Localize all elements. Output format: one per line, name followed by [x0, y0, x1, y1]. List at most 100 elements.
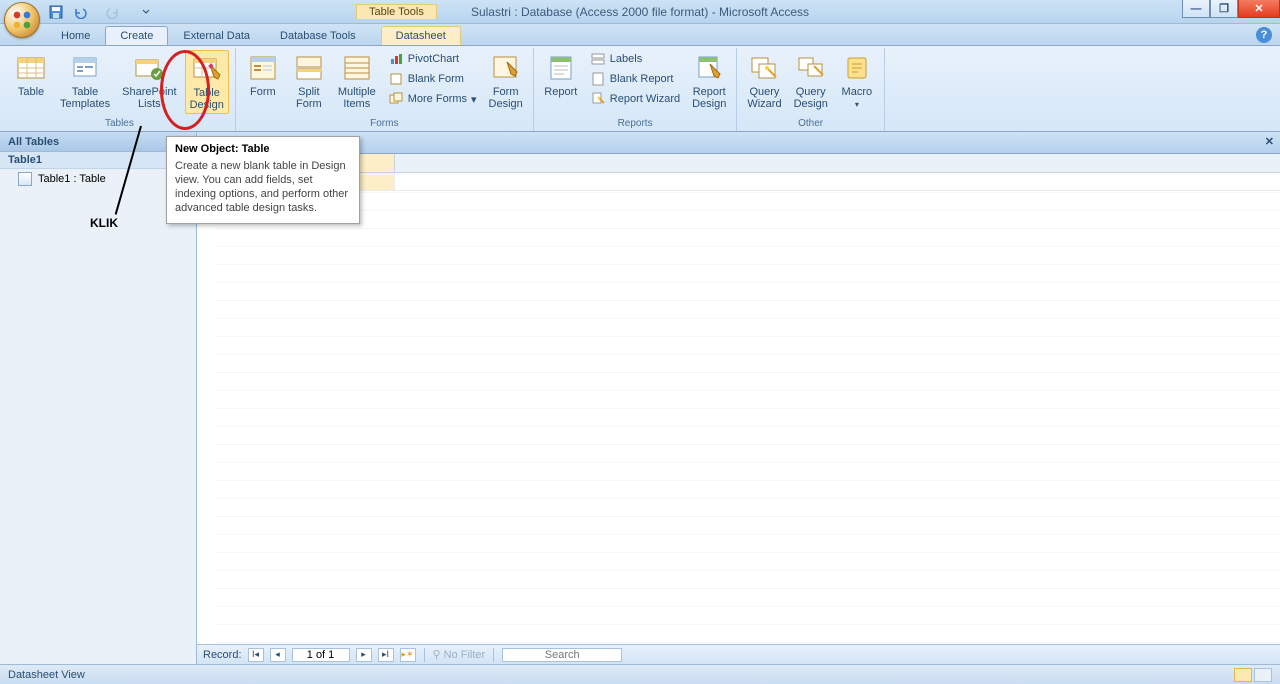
multiple-items-button[interactable]: Multiple Items — [334, 50, 380, 112]
form-label: Form — [250, 86, 276, 98]
nav-item-label: Table1 : Table — [38, 173, 106, 185]
multiple-items-label: Multiple Items — [338, 86, 376, 110]
table-label: Table — [18, 86, 44, 98]
query-design-button[interactable]: Query Design — [790, 50, 832, 112]
sharepoint-lists-button[interactable]: SharePoint Lists — [118, 50, 180, 112]
table-templates-label: Table Templates — [60, 86, 110, 110]
report-design-icon — [693, 52, 725, 84]
report-label: Report — [544, 86, 577, 98]
query-wizard-icon — [748, 52, 780, 84]
group-tables: Table Table Templates SharePoint Lists T… — [4, 48, 236, 131]
table-object-icon — [18, 172, 32, 186]
report-button[interactable]: Report — [540, 50, 582, 100]
group-other: Query Wizard Query Design Macro ▾ Other — [737, 48, 884, 131]
macro-icon — [841, 52, 873, 84]
next-record-button[interactable]: ▸ — [356, 648, 372, 662]
office-button[interactable] — [4, 2, 40, 38]
sharepoint-icon — [133, 52, 165, 84]
blank-report-icon — [590, 71, 606, 87]
design-view-button[interactable] — [1254, 668, 1272, 682]
search-input[interactable] — [502, 648, 622, 662]
group-tables-label: Tables — [10, 117, 229, 131]
query-design-label: Query Design — [794, 86, 828, 110]
form-design-label: Form Design — [489, 86, 523, 110]
qat-dropdown-icon[interactable] — [136, 3, 156, 21]
prev-record-button[interactable]: ◂ — [270, 648, 286, 662]
record-navigator: Record: I◂ ◂ ▸ ▸I ▸✶ ⚲ No Filter — [197, 644, 1280, 664]
tab-home[interactable]: Home — [46, 26, 105, 45]
blank-form-button[interactable]: Blank Form — [384, 70, 481, 88]
datasheet-grid — [215, 174, 1280, 644]
tooltip: New Object: Table Create a new blank tab… — [166, 136, 360, 224]
filter-indicator[interactable]: ⚲ No Filter — [433, 648, 486, 661]
group-forms-label: Forms — [242, 117, 527, 131]
split-form-label: Split Form — [296, 86, 322, 110]
tab-external-data[interactable]: External Data — [168, 26, 265, 45]
query-wizard-button[interactable]: Query Wizard — [743, 50, 785, 112]
chevron-down-icon: ▾ — [471, 93, 477, 106]
status-bar: Datasheet View — [0, 664, 1280, 684]
report-wizard-button[interactable]: Report Wizard — [586, 90, 684, 108]
ribbon: Table Table Templates SharePoint Lists T… — [0, 46, 1280, 132]
minimize-button[interactable]: — — [1182, 0, 1210, 18]
blank-form-label: Blank Form — [408, 73, 464, 85]
new-record-button[interactable]: ▸✶ — [400, 648, 416, 662]
blank-report-label: Blank Report — [610, 73, 674, 85]
multiple-items-icon — [341, 52, 373, 84]
record-position-input[interactable] — [292, 648, 350, 662]
split-form-button[interactable]: Split Form — [288, 50, 330, 112]
close-button[interactable]: ✕ — [1238, 0, 1280, 18]
labels-button[interactable]: Labels — [586, 50, 684, 68]
last-record-button[interactable]: ▸I — [378, 648, 394, 662]
blank-form-icon — [388, 71, 404, 87]
table-templates-icon — [69, 52, 101, 84]
query-design-icon — [795, 52, 827, 84]
close-tab-button[interactable]: ✕ — [1265, 135, 1274, 148]
table-icon — [15, 52, 47, 84]
report-wizard-label: Report Wizard — [610, 93, 680, 105]
report-wizard-icon — [590, 91, 606, 107]
split-form-icon — [293, 52, 325, 84]
form-button[interactable]: Form — [242, 50, 284, 100]
form-icon — [247, 52, 279, 84]
contextual-tab-label: Table Tools — [356, 4, 437, 19]
group-reports: Report Labels Blank Report Report Wizard… — [534, 48, 738, 131]
help-icon[interactable]: ? — [1256, 27, 1272, 43]
record-label: Record: — [203, 649, 242, 661]
tooltip-title: New Object: Table — [175, 143, 351, 155]
query-wizard-label: Query Wizard — [747, 86, 781, 110]
blank-report-button[interactable]: Blank Report — [586, 70, 684, 88]
table-design-label: Table Design — [190, 87, 224, 111]
ribbon-tabs: Home Create External Data Database Tools… — [0, 24, 1280, 46]
form-design-button[interactable]: Form Design — [485, 50, 527, 112]
table-button[interactable]: Table — [10, 50, 52, 100]
datasheet[interactable]: Add New Field ✶ — [197, 154, 1280, 644]
save-icon[interactable] — [46, 3, 66, 21]
table-design-icon — [191, 53, 223, 85]
group-forms: Form Split Form Multiple Items PivotChar… — [236, 48, 534, 131]
title-bar: Table Tools Sulastri : Database (Access … — [0, 0, 1280, 24]
pivotchart-label: PivotChart — [408, 53, 459, 65]
macro-label: Macro — [842, 86, 873, 98]
maximize-button[interactable]: ❐ — [1210, 0, 1238, 18]
tab-datasheet[interactable]: Datasheet — [381, 26, 461, 45]
first-record-button[interactable]: I◂ — [248, 648, 264, 662]
report-design-button[interactable]: Report Design — [688, 50, 730, 112]
labels-icon — [590, 51, 606, 67]
table-design-button[interactable]: Table Design — [185, 50, 229, 114]
report-icon — [545, 52, 577, 84]
group-reports-label: Reports — [540, 117, 731, 131]
tab-database-tools[interactable]: Database Tools — [265, 26, 371, 45]
datasheet-view-button[interactable] — [1234, 668, 1252, 682]
window-title: Sulastri : Database (Access 2000 file fo… — [471, 5, 809, 19]
redo-icon[interactable] — [103, 3, 123, 21]
more-forms-button[interactable]: More Forms ▾ — [384, 90, 481, 108]
pivotchart-button[interactable]: PivotChart — [384, 50, 481, 68]
table-templates-button[interactable]: Table Templates — [56, 50, 114, 112]
window-controls: — ❐ ✕ — [1182, 0, 1280, 18]
more-forms-label: More Forms — [408, 93, 467, 105]
undo-icon[interactable] — [70, 3, 90, 21]
macro-button[interactable]: Macro ▾ — [836, 50, 878, 111]
nav-header-label: All Tables — [8, 136, 59, 148]
tab-create[interactable]: Create — [105, 26, 168, 45]
